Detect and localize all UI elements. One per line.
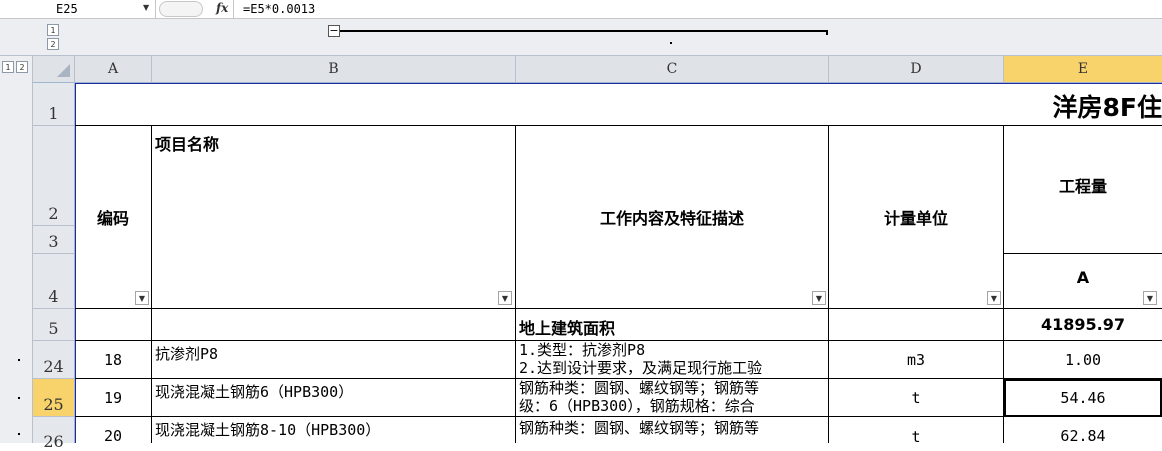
column-level-2-button[interactable]: 2 bbox=[47, 38, 59, 50]
cell-unit: t bbox=[911, 388, 921, 407]
summary-name-cell[interactable] bbox=[152, 309, 516, 341]
column-group-dot bbox=[670, 42, 672, 44]
row-number: 3 bbox=[48, 232, 59, 251]
cell-qty: 62.84 bbox=[1060, 427, 1106, 443]
table-row-qty[interactable]: 1.00 bbox=[1004, 341, 1162, 379]
select-all-icon bbox=[57, 64, 70, 77]
cell-desc: 1.类型：抗渗剂P8 2.达到设计要求，及满足现行施工验 bbox=[519, 341, 763, 377]
header-description-cell[interactable]: 工作内容及特征描述 bbox=[516, 126, 829, 309]
summary-label: 地上建筑面积 bbox=[519, 319, 616, 338]
name-box[interactable]: E25 bbox=[0, 0, 156, 18]
chevron-down-icon[interactable]: ▼ bbox=[1143, 291, 1157, 305]
cell-qty: 1.00 bbox=[1064, 350, 1102, 369]
cell-qty: 54.46 bbox=[1060, 388, 1106, 407]
column-header-e[interactable]: E bbox=[1004, 56, 1162, 83]
row-outline-dot bbox=[18, 359, 20, 361]
chevron-down-icon[interactable]: ▼ bbox=[498, 291, 512, 305]
table-row-code[interactable]: 19 bbox=[75, 379, 152, 417]
row-header-4[interactable]: 4 bbox=[33, 254, 75, 309]
column-level-1-button[interactable]: 1 bbox=[47, 24, 59, 36]
cell-desc: 钢筋种类：圆钢、螺纹钢等；钢筋等 bbox=[519, 419, 760, 437]
row-number: 2 bbox=[48, 204, 59, 223]
formula-bar-splitter[interactable] bbox=[159, 1, 203, 17]
header-item-name-cell[interactable]: 项目名称 bbox=[152, 126, 516, 309]
column-group-bracket bbox=[340, 30, 827, 32]
cell-name: 现浇混凝土钢筋8-10（HPB300） bbox=[155, 421, 381, 439]
cell-unit: m3 bbox=[906, 350, 926, 369]
header-code: 编码 bbox=[96, 209, 129, 228]
table-row-unit[interactable]: t bbox=[829, 417, 1004, 443]
column-header-b[interactable]: B bbox=[152, 56, 516, 83]
table-row-code[interactable]: 18 bbox=[75, 341, 152, 379]
row-number: 25 bbox=[43, 395, 64, 414]
row-header-2[interactable]: 2 bbox=[33, 126, 75, 226]
summary-unit-cell[interactable] bbox=[829, 309, 1004, 341]
sheet-title: 洋房8F住 bbox=[1052, 93, 1162, 122]
row-header-1[interactable]: 1 bbox=[33, 83, 75, 126]
selected-cell-e25[interactable]: 54.46 bbox=[1004, 379, 1162, 417]
cell-code: 20 bbox=[103, 427, 123, 443]
header-quantity-cell[interactable]: 工程量 bbox=[1004, 126, 1162, 254]
row-outline-bar bbox=[0, 56, 33, 443]
table-row-name[interactable]: 现浇混凝土钢筋8-10（HPB300） bbox=[152, 417, 516, 443]
summary-value-cell[interactable]: 41895.97 bbox=[1004, 309, 1162, 341]
cell-code: 19 bbox=[103, 388, 123, 407]
table-row-name[interactable]: 抗渗剂P8 bbox=[152, 341, 516, 379]
header-unit-cell[interactable]: 计量单位 bbox=[829, 126, 1004, 309]
cell-unit: t bbox=[911, 428, 921, 443]
header-quantity: 工程量 bbox=[1058, 176, 1107, 196]
row-level-1-button[interactable]: 1 bbox=[2, 61, 14, 73]
table-row-unit[interactable]: t bbox=[829, 379, 1004, 417]
header-item-name: 项目名称 bbox=[155, 135, 220, 154]
row-number: 26 bbox=[43, 432, 64, 451]
column-header-d[interactable]: D bbox=[829, 56, 1004, 83]
row-header-3[interactable]: 3 bbox=[33, 226, 75, 254]
column-header-a[interactable]: A bbox=[75, 56, 152, 83]
summary-label-cell[interactable]: 地上建筑面积 bbox=[516, 309, 829, 341]
table-row-desc[interactable]: 钢筋种类：圆钢、螺纹钢等；钢筋等 级：6（HPB300），钢筋规格：综合 bbox=[516, 379, 829, 417]
chevron-down-icon[interactable]: ▼ bbox=[135, 291, 149, 305]
cell-name: 现浇混凝土钢筋6（HPB300） bbox=[155, 383, 354, 401]
row-number: 5 bbox=[48, 319, 59, 338]
summary-value: 41895.97 bbox=[1040, 315, 1125, 334]
cell-name: 抗渗剂P8 bbox=[155, 345, 219, 363]
chevron-down-icon[interactable]: ▼ bbox=[812, 291, 826, 305]
collapse-group-button[interactable]: − bbox=[328, 25, 340, 37]
row-header-25[interactable]: 25 bbox=[33, 379, 75, 417]
column-outline-bar bbox=[0, 19, 1162, 56]
column-header-c[interactable]: C bbox=[516, 56, 829, 83]
table-row-desc[interactable]: 钢筋种类：圆钢、螺纹钢等；钢筋等 bbox=[516, 417, 829, 443]
header-unit: 计量单位 bbox=[883, 209, 948, 228]
title-cell[interactable]: 洋房8F住 bbox=[75, 83, 1162, 126]
row-outline-dot bbox=[18, 397, 20, 399]
row-number: 1 bbox=[48, 104, 59, 123]
name-box-dropdown-icon[interactable]: ▼ bbox=[143, 3, 149, 12]
cell-code: 18 bbox=[103, 350, 123, 369]
header-code-cell[interactable]: 编码 bbox=[75, 126, 152, 309]
table-row-desc[interactable]: 1.类型：抗渗剂P8 2.达到设计要求，及满足现行施工验 bbox=[516, 341, 829, 379]
row-level-2-button[interactable]: 2 bbox=[16, 61, 28, 73]
header-description: 工作内容及特征描述 bbox=[599, 209, 744, 228]
table-row-qty[interactable]: 62.84 bbox=[1004, 417, 1162, 443]
formula-input[interactable]: =E5*0.0013 bbox=[243, 0, 315, 18]
row-number: 24 bbox=[43, 357, 64, 376]
row-header-5[interactable]: 5 bbox=[33, 309, 75, 341]
column-group-bracket-end bbox=[826, 30, 828, 35]
row-outline-dot bbox=[18, 433, 20, 435]
cell-desc: 钢筋种类：圆钢、螺纹钢等；钢筋等 级：6（HPB300），钢筋规格：综合 bbox=[519, 379, 760, 415]
table-row-unit[interactable]: m3 bbox=[829, 341, 1004, 379]
row-header-24[interactable]: 24 bbox=[33, 341, 75, 379]
insert-function-icon[interactable]: fx bbox=[216, 1, 228, 15]
table-row-code[interactable]: 20 bbox=[75, 417, 152, 443]
summary-code-cell[interactable] bbox=[75, 309, 152, 341]
chevron-down-icon[interactable]: ▼ bbox=[987, 291, 1001, 305]
header-quantity-sub: A bbox=[1076, 267, 1090, 287]
row-number: 4 bbox=[48, 287, 59, 306]
header-quantity-sub-cell[interactable]: A bbox=[1004, 254, 1162, 309]
row-header-26[interactable]: 26 bbox=[33, 417, 75, 451]
table-row-name[interactable]: 现浇混凝土钢筋6（HPB300） bbox=[152, 379, 516, 417]
